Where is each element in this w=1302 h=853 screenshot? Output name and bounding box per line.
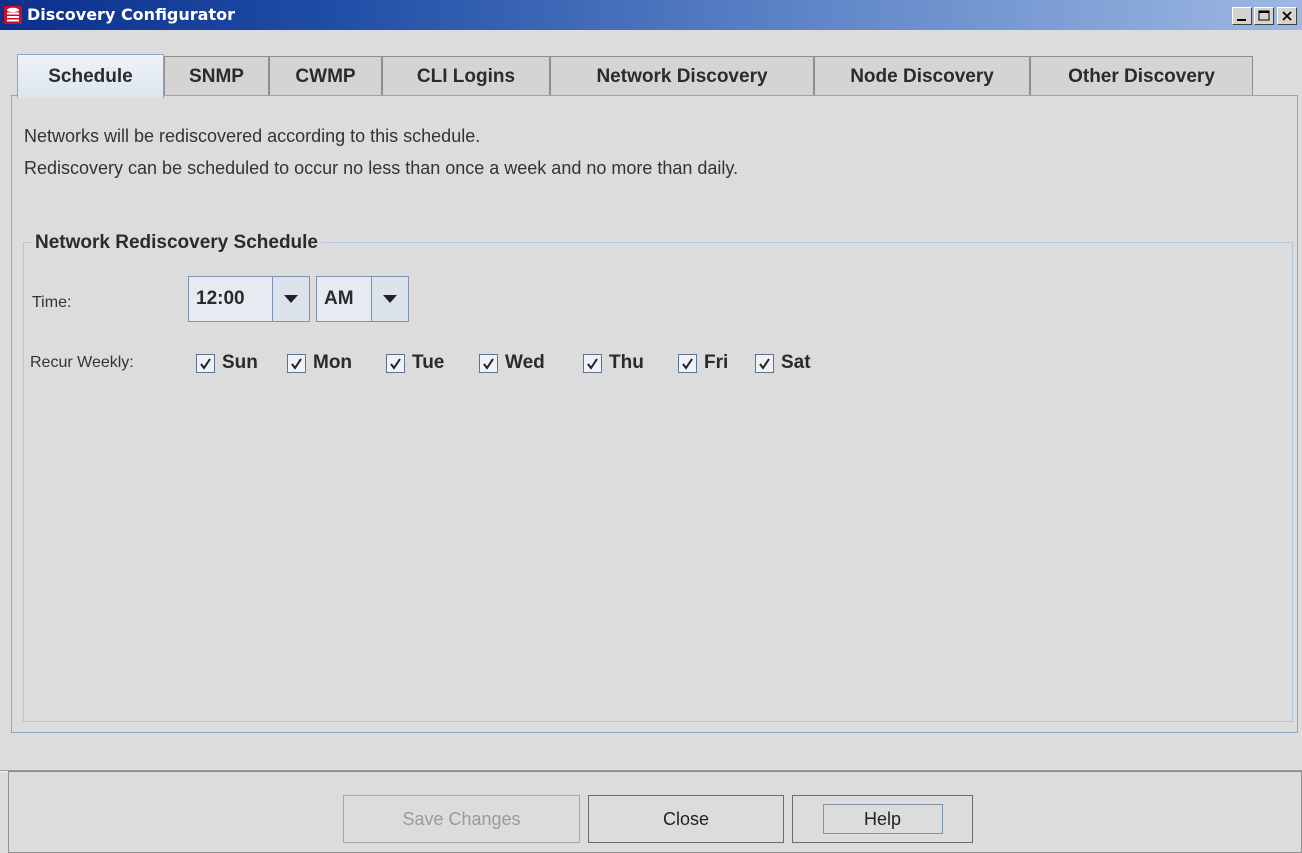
help-button[interactable]: Help [792, 795, 973, 843]
chevron-down-icon[interactable] [371, 277, 408, 321]
close-dialog-button[interactable]: Close [588, 795, 784, 843]
day-checkbox-fri[interactable]: Fri [678, 351, 728, 375]
tab-label: CLI Logins [416, 65, 516, 87]
tab-other-discovery[interactable]: Other Discovery [1030, 56, 1253, 96]
checkbox-icon[interactable] [196, 353, 215, 373]
day-label: Thu [609, 352, 644, 373]
day-label: Sat [781, 352, 811, 373]
checkbox-icon[interactable] [287, 353, 306, 373]
time-label: Time: [32, 294, 72, 311]
close-button[interactable] [1277, 7, 1297, 25]
close-icon [1282, 11, 1292, 21]
maximize-button[interactable] [1254, 7, 1274, 25]
day-checkbox-tue[interactable]: Tue [386, 351, 444, 375]
day-checkbox-sat[interactable]: Sat [755, 351, 811, 375]
group-title: Network Rediscovery Schedule [32, 232, 321, 254]
description-line-1: Networks will be rediscovered according … [24, 126, 481, 146]
window-title: Discovery Configurator [27, 5, 235, 24]
day-checkbox-thu[interactable]: Thu [583, 351, 644, 375]
ampm-dropdown[interactable]: AM [316, 276, 409, 322]
tab-label: Network Discovery [596, 65, 768, 87]
tab-snmp[interactable]: SNMP [164, 56, 269, 96]
title-bar[interactable]: Discovery Configurator [0, 0, 1302, 30]
day-label: Mon [313, 352, 353, 373]
ampm-value: AM [317, 277, 372, 321]
day-label: Tue [412, 352, 445, 373]
tab-label: SNMP [189, 65, 244, 87]
checkbox-icon[interactable] [755, 353, 774, 373]
minimize-button[interactable] [1232, 7, 1252, 25]
tab-label: Schedule [48, 65, 133, 87]
day-label: Wed [505, 352, 545, 373]
time-value: 12:00 [189, 277, 273, 321]
day-checkbox-sun[interactable]: Sun [196, 351, 258, 375]
day-checkbox-wed[interactable]: Wed [479, 351, 545, 375]
tab-network-discovery[interactable]: Network Discovery [550, 56, 814, 96]
day-label: Sun [222, 352, 258, 373]
button-label: Close [662, 808, 710, 829]
checkbox-icon[interactable] [678, 353, 697, 373]
time-dropdown[interactable]: 12:00 [188, 276, 310, 322]
save-changes-button[interactable]: Save Changes [343, 795, 580, 843]
tab-cwmp[interactable]: CWMP [269, 56, 382, 96]
tab-cli-logins[interactable]: CLI Logins [382, 56, 550, 96]
checkbox-icon[interactable] [583, 353, 602, 373]
day-checkbox-mon[interactable]: Mon [287, 351, 352, 375]
recur-weekly-label: Recur Weekly: [30, 354, 134, 371]
tab-label: Node Discovery [850, 65, 994, 87]
checkbox-icon[interactable] [386, 353, 405, 373]
tab-node-discovery[interactable]: Node Discovery [814, 56, 1030, 96]
database-icon [4, 6, 22, 24]
button-label: Help [863, 808, 902, 829]
tab-label: Other Discovery [1068, 65, 1215, 87]
maximize-icon [1258, 10, 1270, 21]
chevron-down-icon[interactable] [272, 277, 309, 321]
checkbox-icon[interactable] [479, 353, 498, 373]
description-line-2: Rediscovery can be scheduled to occur no… [24, 158, 739, 178]
tab-schedule[interactable]: Schedule [17, 54, 164, 98]
button-label: Save Changes [402, 808, 521, 829]
tab-label: CWMP [295, 65, 356, 87]
day-label: Fri [704, 352, 729, 373]
minimize-icon [1237, 19, 1246, 21]
